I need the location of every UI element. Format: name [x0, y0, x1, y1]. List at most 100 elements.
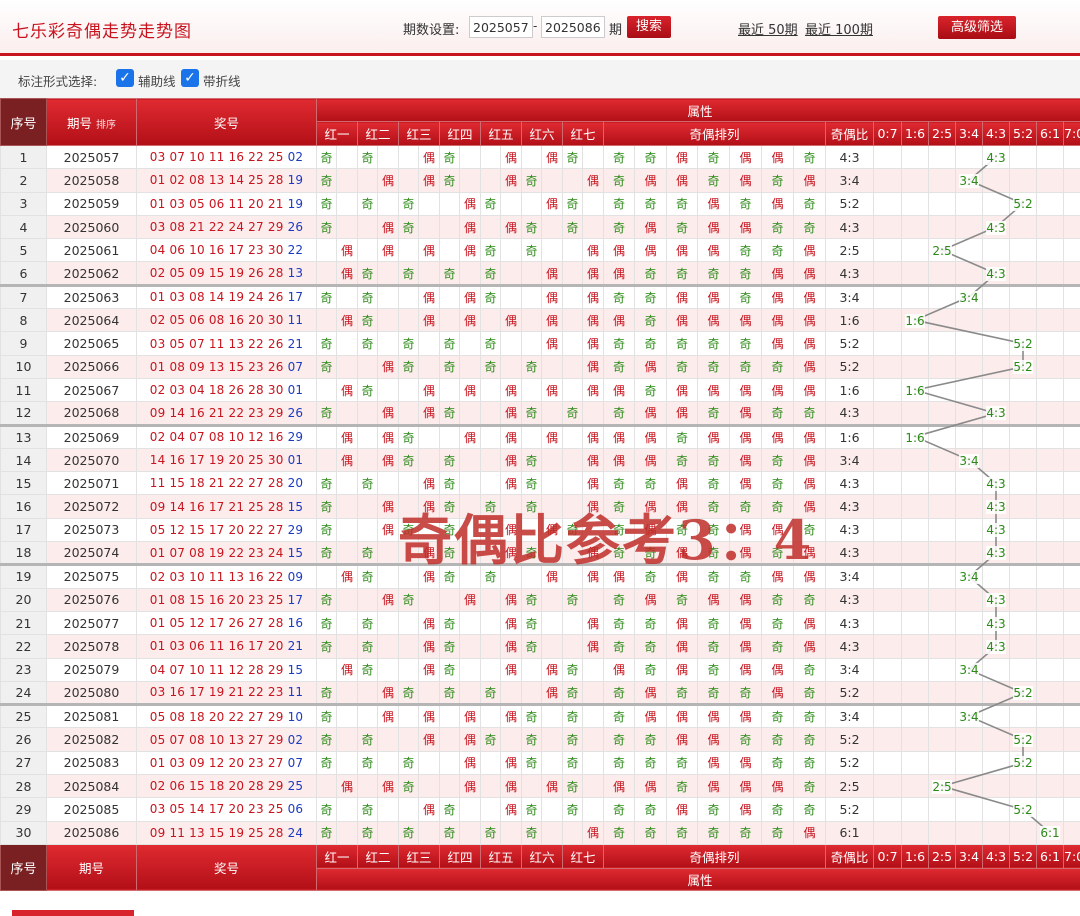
position-even-cell: 偶 [459, 750, 481, 776]
arrangement-cell: 奇 [697, 657, 730, 682]
arrangement-cell: 奇 [603, 750, 635, 776]
ratio-dist-cell [1036, 191, 1064, 216]
ratio-dist-cell [873, 517, 902, 543]
position-odd-cell [439, 727, 460, 752]
recent-50-link[interactable]: 最近 50期 [738, 19, 798, 38]
arrangement-cell: 奇 [761, 703, 794, 729]
table-row: 6 2025062 02 05 09 15 19 26 28 13 偶奇奇奇奇偶偶偶奇… [0, 261, 1080, 286]
ratio-dist-cell [1063, 401, 1080, 426]
head-pos-header: 红一 [316, 121, 358, 146]
row-issue: 2025075 [46, 563, 137, 589]
ratio-dist-cell [928, 471, 956, 496]
ratio-dist-cell [1063, 563, 1080, 589]
position-odd-cell: 奇 [521, 703, 542, 729]
ratio-dist-cell [901, 144, 929, 170]
arrangement-cell: 奇 [793, 680, 826, 706]
ratio-dist-cell: 3:4 [955, 703, 983, 729]
ratio-dist-cell [873, 447, 902, 473]
position-odd-cell: 奇 [480, 283, 501, 310]
position-odd-cell: 奇 [521, 354, 542, 379]
sort-toggle[interactable]: 排序 [96, 120, 116, 131]
arrangement-cell: 奇 [761, 168, 794, 193]
position-odd-cell [316, 377, 337, 403]
position-even-cell: 偶 [582, 820, 604, 845]
position-odd-cell [398, 401, 419, 426]
position-odd-cell: 奇 [521, 820, 542, 845]
col-issue-header[interactable]: 期号 排序 [46, 98, 137, 146]
ratio-dist-cell [1036, 471, 1064, 496]
aux-line-checkbox[interactable]: ✓ [116, 69, 134, 87]
arrangement-cell: 偶 [729, 703, 762, 729]
row-issue: 2025068 [46, 401, 137, 426]
ratio-dist-cell: 5:2 [1009, 354, 1037, 379]
position-odd-cell [521, 191, 542, 216]
ratio-dist-cell [1063, 750, 1080, 776]
arrangement-cell: 奇 [729, 191, 762, 216]
ratio-dist-cell [928, 797, 956, 822]
position-odd-cell: 奇 [439, 401, 460, 426]
position-even-cell [336, 144, 358, 170]
table-row: 8 2025064 02 05 06 08 16 20 30 11 偶奇偶偶偶偶偶偶奇… [0, 308, 1080, 333]
position-even-cell: 偶 [459, 238, 481, 263]
ratio-dist-cell [873, 541, 902, 566]
arrangement-cell: 偶 [729, 634, 762, 659]
position-odd-cell [357, 680, 378, 706]
position-odd-cell [398, 308, 419, 333]
position-even-cell [418, 447, 440, 473]
arrangement-cell: 偶 [697, 377, 730, 403]
ratio-marker: 5:2 [1013, 802, 1033, 817]
table-row: 30 2025086 09 11 13 15 19 25 28 24 奇奇奇奇奇奇偶奇… [0, 820, 1080, 845]
position-even-cell [541, 703, 563, 729]
ratio-dist-cell [982, 703, 1010, 729]
position-odd-cell [398, 144, 419, 170]
position-odd-cell [480, 423, 501, 449]
ratio-dist-cell [873, 727, 902, 752]
position-even-cell [582, 657, 604, 682]
row-ratio: 4:3 [825, 541, 874, 566]
row-issue: 2025071 [46, 471, 137, 496]
period-to-input[interactable] [541, 16, 605, 38]
position-odd-cell: 奇 [439, 144, 460, 170]
position-even-cell: 偶 [582, 308, 604, 333]
arrangement-cell: 奇 [761, 471, 794, 496]
row-numbers: 01 08 09 13 15 23 26 07 [136, 354, 317, 379]
row-seq: 28 [0, 774, 47, 799]
position-even-cell [459, 610, 481, 636]
ratio-dist-cell [928, 494, 956, 519]
recent-100-link[interactable]: 最近 100期 [805, 19, 873, 38]
position-odd-cell [521, 657, 542, 682]
arrangement-cell: 偶 [603, 447, 635, 473]
red-balls: 09 11 13 15 19 25 28 [149, 825, 284, 840]
head-ratio-col-header: 0:7 [873, 121, 902, 146]
arrangement-cell: 奇 [634, 331, 667, 356]
period-from-input[interactable] [469, 16, 533, 38]
ratio-dist-cell [982, 774, 1010, 799]
ratio-dist-cell: 3:4 [955, 563, 983, 589]
position-odd-cell: 奇 [521, 587, 542, 612]
row-ratio: 5:2 [825, 354, 874, 379]
arrangement-cell: 偶 [761, 144, 794, 170]
position-even-cell [377, 471, 399, 496]
row-issue: 2025059 [46, 191, 137, 216]
position-odd-cell [480, 750, 501, 776]
position-even-cell [459, 168, 481, 193]
foot-pos-header: 红六 [521, 843, 563, 869]
advanced-filter-button[interactable]: 高级筛选 [938, 16, 1016, 39]
red-balls: 02 06 15 18 20 28 29 [149, 779, 284, 794]
position-odd-cell: 奇 [480, 820, 501, 845]
search-button[interactable]: 搜索 [627, 16, 671, 38]
polyline-checkbox[interactable]: ✓ [181, 69, 199, 87]
position-even-cell: 偶 [377, 354, 399, 379]
position-even-cell [541, 610, 563, 636]
ratio-dist-cell [928, 144, 956, 170]
position-odd-cell: 奇 [562, 680, 583, 706]
position-odd-cell [562, 820, 583, 845]
arrangement-cell: 偶 [793, 471, 826, 496]
arrangement-cell: 奇 [729, 238, 762, 263]
position-even-cell: 偶 [582, 331, 604, 356]
row-numbers: 09 14 16 17 21 25 28 15 [136, 494, 317, 519]
arrangement-cell: 偶 [697, 774, 730, 799]
position-even-cell [377, 820, 399, 845]
position-even-cell: 偶 [336, 377, 358, 403]
position-even-cell [336, 541, 358, 566]
